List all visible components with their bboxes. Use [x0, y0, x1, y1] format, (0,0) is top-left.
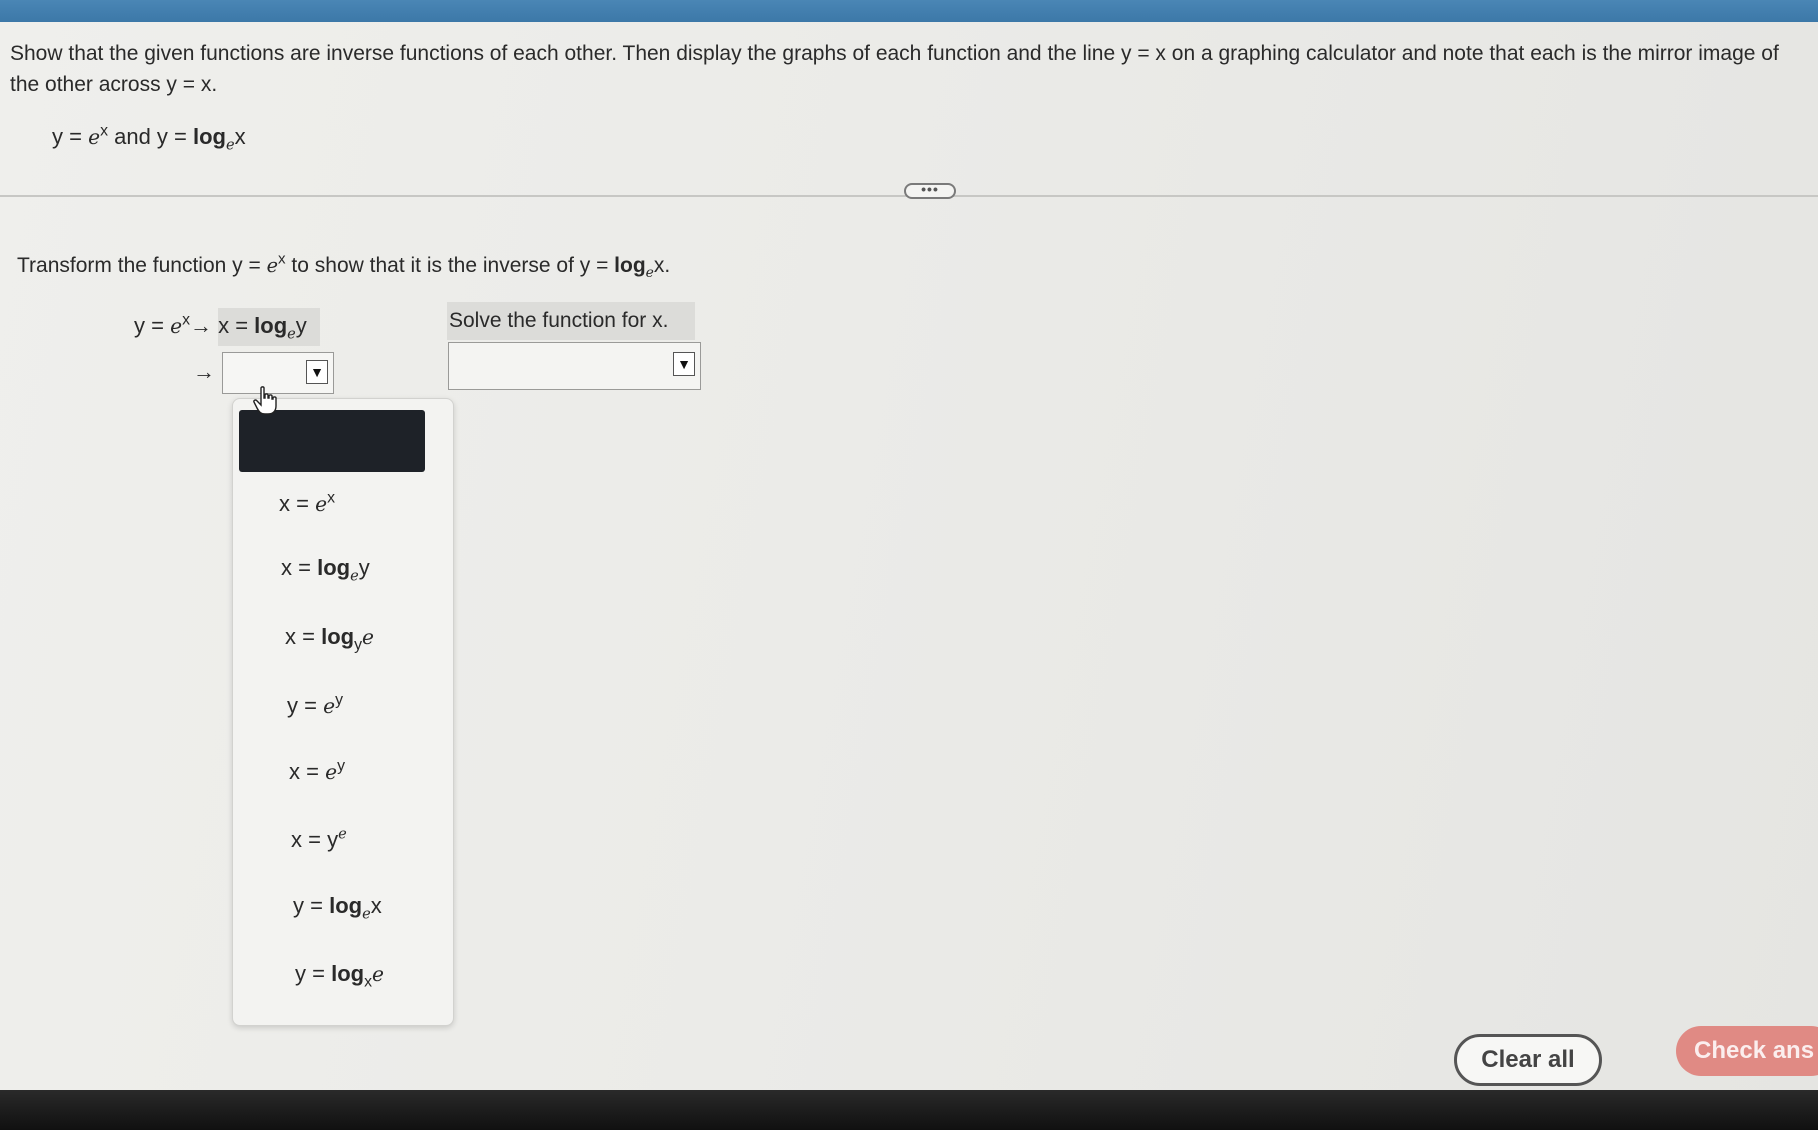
- step1-log: log: [254, 313, 288, 338]
- dropdown-option[interactable]: x = ey: [289, 757, 345, 785]
- given-functions: y = ex and y = logex: [52, 122, 246, 152]
- option-e: e: [315, 492, 328, 516]
- fn2-lhs: y =: [156, 124, 193, 149]
- option-lhs: x =: [291, 827, 328, 852]
- option-lhs: x =: [289, 759, 326, 784]
- dropdown-arrow-icon[interactable]: ▼: [306, 360, 328, 384]
- dropdown-option[interactable]: y = logex: [293, 893, 382, 921]
- screen-bottom-edge: [0, 1090, 1818, 1130]
- fn2-arg: x: [234, 124, 246, 149]
- instruction-text: Transform the function y = ex to show th…: [17, 250, 671, 282]
- instr-exp: x: [278, 250, 286, 268]
- fn2-sub: e: [226, 136, 235, 154]
- solve-select[interactable]: ▼: [448, 342, 701, 390]
- option-lhs: y =: [287, 693, 324, 718]
- option-lhs: x =: [285, 624, 322, 649]
- instr-pre: Transform the function y =: [17, 254, 267, 277]
- instr-sub: e: [645, 265, 654, 282]
- instr-log: log: [614, 254, 646, 277]
- fn1-lhs: y =: [52, 124, 89, 149]
- step1-lhs: y =: [134, 313, 171, 338]
- option-log: log: [329, 893, 363, 918]
- instr-post: x.: [653, 254, 671, 277]
- fn1-e: e: [88, 125, 101, 149]
- option-exp: x: [327, 489, 335, 507]
- option-e: e: [325, 760, 338, 784]
- step1-exp: x: [182, 311, 190, 329]
- option-exp: e: [338, 825, 347, 843]
- option-lhs: x =: [279, 491, 316, 516]
- step1-rhs-lhs: x =: [211, 313, 255, 338]
- header-strip: [0, 0, 1818, 22]
- step2-arrow: →: [193, 359, 215, 384]
- step2-select[interactable]: ▼: [222, 352, 334, 394]
- option-log: log: [321, 624, 355, 649]
- dropdown-option-selected[interactable]: [239, 410, 425, 472]
- check-answer-button[interactable]: Check ans: [1676, 1026, 1818, 1076]
- dropdown-option[interactable]: x = logye: [285, 624, 374, 653]
- clear-all-button[interactable]: Clear all: [1454, 1034, 1602, 1086]
- option-base: y: [327, 827, 339, 852]
- option-e: e: [323, 694, 336, 718]
- fn2-log: log: [193, 124, 226, 149]
- and-text: and: [107, 124, 157, 149]
- dropdown-option[interactable]: y = logxe: [295, 961, 384, 990]
- option-log: log: [317, 555, 351, 580]
- option-exp: y: [335, 691, 343, 709]
- dropdown-option[interactable]: y = ey: [287, 691, 343, 719]
- option-lhs: x =: [281, 555, 318, 580]
- more-button[interactable]: •••: [904, 182, 956, 199]
- hand-pointer-icon: [253, 386, 277, 415]
- option-sub: e: [350, 567, 359, 585]
- step1-e: e: [170, 314, 183, 338]
- step1-equation: y = ex→ x = logey: [134, 311, 307, 341]
- fn1-exp: x: [100, 122, 108, 140]
- option-arg: y: [358, 555, 370, 580]
- dropdown-option[interactable]: x = ye: [291, 827, 347, 853]
- option-sub: y: [354, 636, 362, 654]
- option-arg: e: [372, 962, 384, 986]
- option-lhs: y =: [293, 893, 330, 918]
- dropdown-menu: x = ex x = logey x = logye y = ey x = ey…: [232, 398, 454, 1026]
- step1-arg: y: [295, 313, 307, 338]
- option-sub: x: [364, 973, 372, 991]
- instr-mid: to show that it is the inverse of y =: [285, 254, 615, 277]
- dropdown-option[interactable]: x = logey: [281, 555, 370, 583]
- solve-label: Solve the function for x.: [447, 302, 695, 340]
- option-log: log: [331, 961, 365, 986]
- dropdown-arrow-icon[interactable]: ▼: [673, 352, 695, 376]
- option-lhs: y =: [295, 961, 332, 986]
- option-arg: e: [362, 625, 374, 649]
- option-arg: x: [370, 893, 382, 918]
- option-sub: e: [362, 905, 371, 923]
- dropdown-option[interactable]: x = ex: [279, 489, 335, 517]
- option-exp: y: [337, 757, 345, 775]
- instr-e: e: [266, 254, 279, 277]
- step1-sub: e: [287, 325, 296, 343]
- step1-arrow: →: [189, 313, 212, 338]
- problem-statement: Show that the given functions are invers…: [10, 42, 1779, 96]
